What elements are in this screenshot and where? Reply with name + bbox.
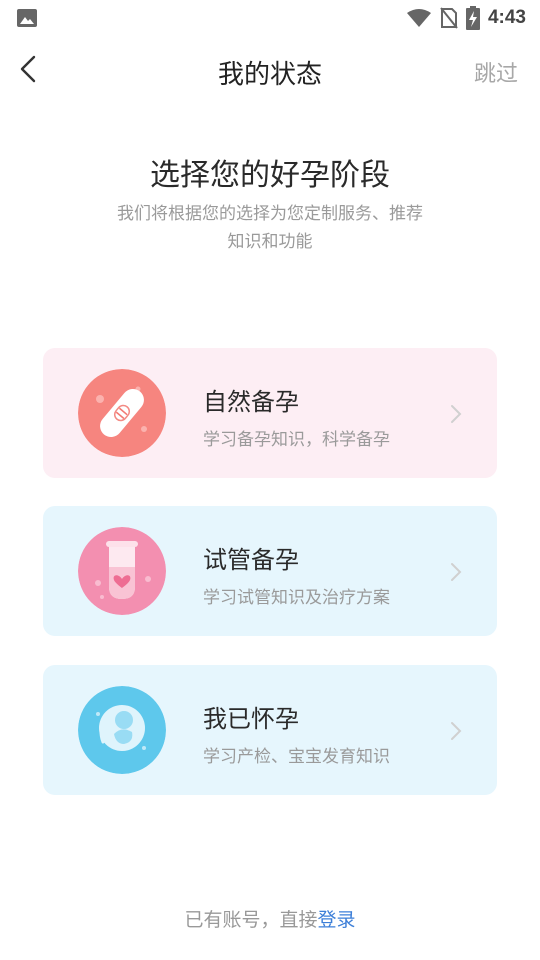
option-description: 学习试管知识及治疗方案 <box>203 588 390 608</box>
test-tube-heart-icon <box>78 527 166 615</box>
stage-description-line: 知识和功能 <box>227 232 313 252</box>
status-time: 4:43 <box>487 7 526 28</box>
chevron-right-icon <box>451 722 462 740</box>
option-description: 学习备孕知识，科学备孕 <box>203 430 390 450</box>
option-title: 试管备孕 <box>203 546 299 574</box>
chevron-right-icon <box>451 405 462 423</box>
option-pregnant[interactable]: 我已怀孕 学习产检、宝宝发育知识 <box>43 665 497 795</box>
fetus-icon <box>78 686 166 774</box>
login-link[interactable]: 登录 <box>318 909 356 931</box>
chevron-right-icon <box>451 563 462 581</box>
stage-description: 我们将根据您的选择为您定制服务、推荐 知识和功能 <box>70 200 470 256</box>
stage-description-line: 我们将根据您的选择为您定制服务、推荐 <box>117 204 423 224</box>
login-prompt: 已有账号，直接登录 <box>0 905 540 932</box>
status-bar: 4:43 <box>0 0 540 36</box>
option-title: 自然备孕 <box>203 388 299 416</box>
image-notification-icon <box>17 9 37 27</box>
option-ivf[interactable]: 试管备孕 学习试管知识及治疗方案 <box>43 506 497 636</box>
login-prompt-text: 已有账号，直接 <box>184 909 318 931</box>
no-sim-icon <box>440 7 458 29</box>
option-description: 学习产检、宝宝发育知识 <box>203 747 390 767</box>
battery-charging-icon <box>465 6 480 30</box>
skip-button[interactable]: 跳过 <box>474 56 518 88</box>
option-natural-conception[interactable]: 自然备孕 学习备孕知识，科学备孕 <box>43 348 497 478</box>
wifi-icon <box>406 9 431 27</box>
page-title: 我的状态 <box>217 60 322 90</box>
stage-heading: 选择您的好孕阶段 <box>150 158 390 193</box>
test-strip-icon <box>78 369 166 457</box>
option-title: 我已怀孕 <box>203 705 299 733</box>
nav-bar: 我的状态 跳过 <box>0 40 540 100</box>
